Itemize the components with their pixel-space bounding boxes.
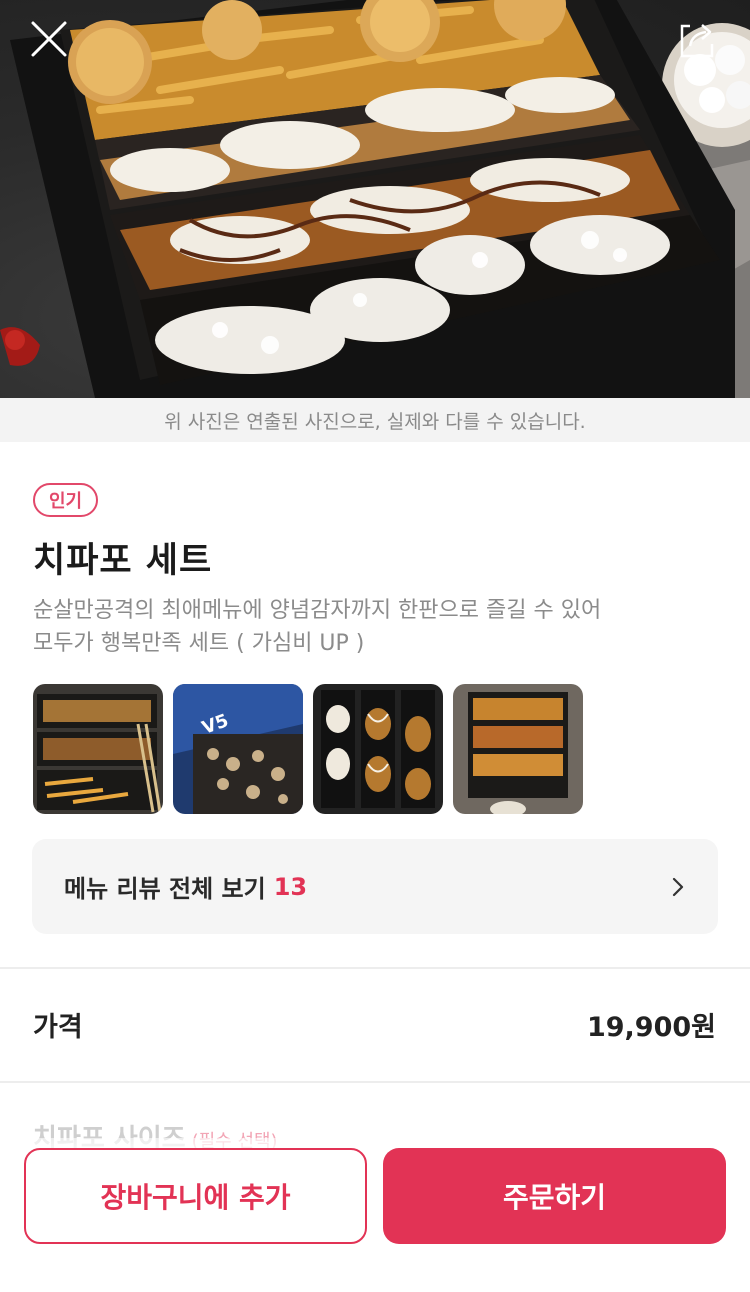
description-line: 순살만공격의 최애메뉴에 양념감자까지 한판으로 즐길 수 있어 (33, 598, 602, 623)
review-photo-3[interactable] (313, 684, 443, 814)
share-icon (680, 24, 714, 58)
menu-title: 치파포 세트 (33, 541, 213, 581)
share-button[interactable] (676, 18, 720, 62)
reviews-count: 13 (273, 872, 308, 901)
divider (0, 1081, 750, 1083)
menu-description: 순살만공격의 최애메뉴에 양념감자까지 한판으로 즐길 수 있어 모두가 행복만… (33, 594, 723, 660)
review-photo-4[interactable] (453, 684, 583, 814)
review-photo-1[interactable] (33, 684, 163, 814)
hero-image (0, 0, 750, 398)
price-value: 19,900원 (586, 1012, 716, 1043)
food-photo (0, 0, 750, 398)
review-photo-strip: V5 (33, 684, 583, 814)
photo-disclaimer: 위 사진은 연출된 사진으로, 실제와 다를 수 있습니다. (0, 398, 750, 442)
chevron-right-icon (672, 877, 684, 896)
add-to-cart-button[interactable]: 장바구니에 추가 (24, 1148, 367, 1244)
popular-badge: 인기 (33, 483, 99, 517)
order-button[interactable]: 주문하기 (383, 1148, 726, 1244)
close-button[interactable] (30, 20, 74, 64)
reviews-label: 메뉴 리뷰 전체 보기 (64, 875, 266, 903)
divider (0, 967, 750, 969)
menu-reviews-link[interactable]: 메뉴 리뷰 전체 보기 13 (32, 839, 718, 934)
description-line: 모두가 행복만족 세트 ( 가심비 UP ) (33, 631, 365, 656)
price-label: 가격 (33, 1012, 83, 1043)
review-photo-2[interactable]: V5 (173, 684, 303, 814)
close-icon (31, 21, 67, 57)
